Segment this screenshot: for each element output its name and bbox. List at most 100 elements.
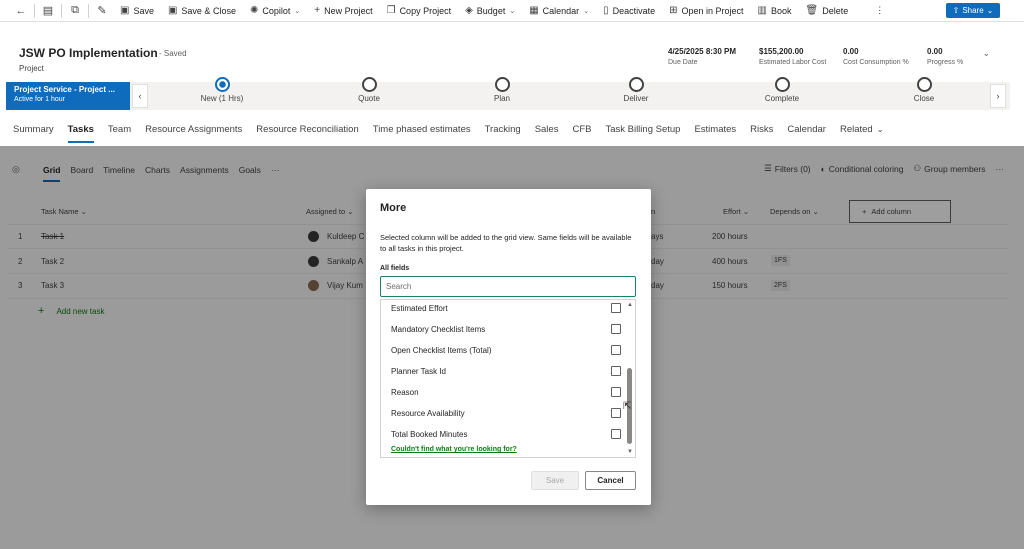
- tab-tasks[interactable]: Tasks: [61, 118, 101, 143]
- calendar-icon: ▦: [529, 5, 539, 16]
- tab-estimates[interactable]: Estimates: [687, 118, 743, 140]
- chevron-left-icon[interactable]: ‹: [132, 84, 148, 108]
- list-item[interactable]: Resource Availability: [391, 405, 621, 421]
- header-field-labor-cost[interactable]: $155,200.00 Estimated Labor Cost: [759, 47, 826, 66]
- chevron-right-icon[interactable]: ›: [990, 84, 1006, 108]
- calendar-button[interactable]: ▦ Calendar ⌄: [522, 0, 596, 22]
- list-item[interactable]: Total Booked Minutes: [391, 426, 621, 442]
- list-item[interactable]: Reason: [391, 384, 621, 400]
- plus-icon: +: [314, 5, 321, 16]
- tab-resource-reconciliation[interactable]: Resource Reconciliation: [249, 118, 365, 140]
- divider: [88, 3, 89, 18]
- new-project-button[interactable]: + New Project: [307, 0, 379, 22]
- tab-task-billing-setup[interactable]: Task Billing Setup: [598, 118, 687, 140]
- save-status: - Saved: [159, 49, 187, 58]
- checkbox[interactable]: [611, 324, 621, 334]
- chevron-down-icon: ⌄: [583, 7, 590, 15]
- chevron-down-icon: ⌄: [294, 7, 301, 15]
- checkbox[interactable]: [611, 303, 621, 313]
- stage-icon: [628, 77, 644, 92]
- process-flyout[interactable]: Project Service - Project ... Active for…: [6, 82, 130, 110]
- dialog-description: Selected column will be added to the gri…: [380, 233, 632, 253]
- command-bar: ← ▤ ⧉ ✎ ▣ Save ▣ Save & Close ✺ Copilot ⌄ + N…: [0, 0, 1024, 22]
- section-label: All fields: [380, 265, 410, 272]
- trash-icon: 🗑: [805, 5, 819, 16]
- form-tabs: Summary Tasks Team Resource Assignments …: [6, 118, 890, 143]
- scroll-down-icon[interactable]: ▼: [627, 449, 633, 455]
- copilot-button[interactable]: ✺ Copilot ⌄: [243, 0, 307, 22]
- checkbox[interactable]: [611, 345, 621, 355]
- copilot-icon: ✺: [249, 5, 259, 16]
- stage-close[interactable]: Close: [884, 77, 964, 103]
- chevron-down-icon: ⌄: [876, 124, 884, 134]
- budget-icon: ◈: [465, 5, 473, 16]
- header-field-cost-consumption[interactable]: 0.00 Cost Consumption %: [843, 47, 909, 66]
- entity-name: Project: [19, 64, 44, 73]
- list-item[interactable]: Mandatory Checklist Items: [391, 321, 621, 337]
- help-link[interactable]: Couldn't find what you're looking for?: [391, 446, 517, 453]
- tab-calendar[interactable]: Calendar: [780, 118, 833, 140]
- deactivate-icon: ▯: [603, 5, 609, 16]
- open-in-project-button[interactable]: ⊞ Open in Project: [662, 0, 750, 22]
- stage-new[interactable]: New (1 Hrs): [182, 77, 262, 103]
- copy-project-button[interactable]: ❐ Copy Project: [380, 0, 459, 22]
- stage-plan[interactable]: Plan: [462, 77, 542, 103]
- save-button[interactable]: Save: [531, 471, 579, 490]
- tab-sales[interactable]: Sales: [528, 118, 566, 140]
- divider: [34, 3, 35, 18]
- tab-summary[interactable]: Summary: [6, 118, 61, 140]
- dialog-title: More: [380, 202, 407, 214]
- save-icon: ▣: [120, 5, 130, 16]
- back-arrow-icon[interactable]: ←: [10, 0, 32, 22]
- tab-cfb[interactable]: CFB: [565, 118, 598, 140]
- mouse-cursor-icon: ⇱: [623, 401, 632, 412]
- stage-icon: [916, 77, 932, 92]
- stage-quote[interactable]: Quote: [329, 77, 409, 103]
- checkbox[interactable]: [611, 429, 621, 439]
- more-commands-icon[interactable]: ⋮: [855, 0, 891, 22]
- search-input[interactable]: [380, 276, 636, 297]
- stage-deliver[interactable]: Deliver: [596, 77, 676, 103]
- stage-complete[interactable]: Complete: [742, 77, 822, 103]
- tab-resource-assignments[interactable]: Resource Assignments: [138, 118, 249, 140]
- share-button[interactable]: ⇧ Share ⌄: [946, 3, 1000, 18]
- scroll-up-icon[interactable]: ▲: [627, 302, 633, 308]
- header-field-due-date[interactable]: 4/25/2025 8:30 PM Due Date: [668, 47, 736, 66]
- copy-icon: ❐: [386, 5, 396, 16]
- chevron-down-icon: ⌄: [986, 6, 994, 15]
- deactivate-button[interactable]: ▯ Deactivate: [596, 0, 662, 22]
- save-close-button[interactable]: ▣ Save & Close: [161, 0, 243, 22]
- share-icon: ⇧: [952, 6, 960, 15]
- form-view-icon[interactable]: ▤: [37, 0, 59, 22]
- cancel-button[interactable]: Cancel: [585, 471, 636, 490]
- tab-time-phased-estimates[interactable]: Time phased estimates: [366, 118, 478, 140]
- more-fields-dialog: More Selected column will be added to th…: [366, 189, 651, 505]
- chevron-down-icon: ⌄: [509, 7, 516, 15]
- book-button[interactable]: ▥ Book: [751, 0, 799, 22]
- book-icon: ▥: [757, 5, 767, 16]
- tab-related[interactable]: Related ⌄: [833, 118, 890, 140]
- tab-tracking[interactable]: Tracking: [478, 118, 528, 140]
- expand-header-icon[interactable]: ⌄: [982, 48, 990, 59]
- stage-icon: [361, 77, 377, 92]
- field-list: Estimated Effort Mandatory Checklist Ite…: [380, 299, 636, 458]
- edit-record-icon[interactable]: ✎: [91, 0, 113, 22]
- budget-button[interactable]: ◈ Budget ⌄: [458, 0, 522, 22]
- save-button[interactable]: ▣ Save: [113, 0, 161, 22]
- checkbox[interactable]: [611, 408, 621, 418]
- checkbox[interactable]: [611, 366, 621, 376]
- list-item[interactable]: Open Checklist Items (Total): [391, 342, 621, 358]
- stage-icon: [494, 77, 510, 92]
- list-item[interactable]: Planner Task Id: [391, 363, 621, 379]
- record-title: JSW PO Implementation: [19, 46, 158, 60]
- checkbox[interactable]: [611, 387, 621, 397]
- stage-active-icon: [214, 77, 230, 92]
- list-item[interactable]: Estimated Effort: [391, 300, 621, 316]
- delete-button[interactable]: 🗑 Delete: [799, 0, 856, 22]
- divider: [61, 3, 62, 18]
- tab-risks[interactable]: Risks: [743, 118, 780, 140]
- business-process-flow: Project Service - Project ... Active for…: [6, 77, 1010, 110]
- new-window-icon[interactable]: ⧉: [64, 0, 86, 22]
- tab-team[interactable]: Team: [101, 118, 138, 140]
- header-field-progress[interactable]: 0.00 Progress %: [927, 47, 963, 66]
